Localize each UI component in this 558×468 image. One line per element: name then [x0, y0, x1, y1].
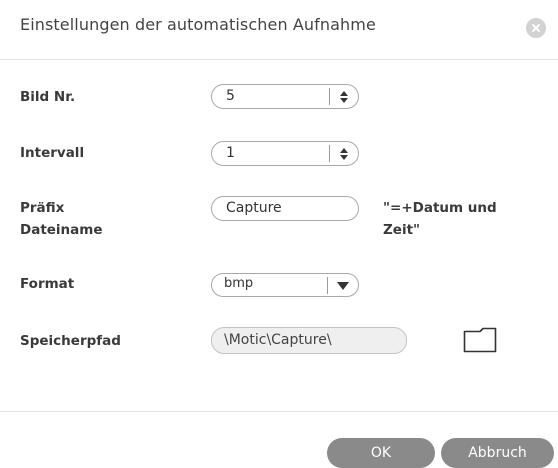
- close-icon[interactable]: [526, 18, 546, 38]
- folder-icon[interactable]: [463, 327, 497, 357]
- filename-prefix-note-line2: Zeit": [383, 222, 421, 238]
- interval-value: 1: [226, 145, 235, 161]
- interval-spin-buttons[interactable]: [329, 145, 358, 162]
- ok-button[interactable]: OK: [327, 438, 435, 468]
- spin-up-icon[interactable]: [340, 90, 348, 96]
- dialog-title: Einstellungen der automatischen Aufnahme: [20, 15, 376, 34]
- footer-divider: [0, 411, 558, 412]
- save-path-label: Speicherpfad: [20, 333, 121, 349]
- image-number-stepper[interactable]: 5: [211, 84, 359, 109]
- filename-prefix-note-line1: "=+Datum und: [383, 200, 497, 216]
- image-number-value: 5: [226, 88, 235, 104]
- image-number-spin-buttons[interactable]: [329, 88, 358, 105]
- filename-prefix-note: "=+Datum und Zeit": [383, 197, 497, 241]
- format-label: Format: [20, 276, 75, 292]
- chevron-down-icon[interactable]: [337, 281, 349, 290]
- format-selected-value: bmp: [224, 276, 254, 291]
- cancel-button[interactable]: Abbruch: [441, 438, 554, 468]
- interval-stepper[interactable]: 1: [211, 141, 359, 166]
- save-path-field: \Motic\Capture\: [211, 327, 407, 354]
- image-number-label: Bild Nr.: [20, 89, 76, 105]
- spin-up-icon[interactable]: [340, 147, 348, 153]
- header-divider: [0, 59, 558, 60]
- filename-prefix-label-line2: Dateiname: [20, 222, 103, 238]
- auto-capture-settings-dialog: Einstellungen der automatischen Aufnahme…: [0, 0, 558, 468]
- filename-prefix-label-line1: Präfix: [20, 200, 65, 216]
- filename-prefix-label: Präfix Dateiname: [20, 197, 103, 241]
- interval-label: Intervall: [20, 145, 85, 161]
- filename-prefix-input[interactable]: Capture: [211, 196, 359, 221]
- spin-down-icon[interactable]: [340, 154, 348, 160]
- filename-prefix-value: Capture: [226, 200, 282, 216]
- format-select[interactable]: bmp: [211, 273, 359, 297]
- save-path-value: \Motic\Capture\: [224, 332, 332, 348]
- spin-down-icon[interactable]: [340, 97, 348, 103]
- format-dropdown-button[interactable]: [327, 277, 358, 294]
